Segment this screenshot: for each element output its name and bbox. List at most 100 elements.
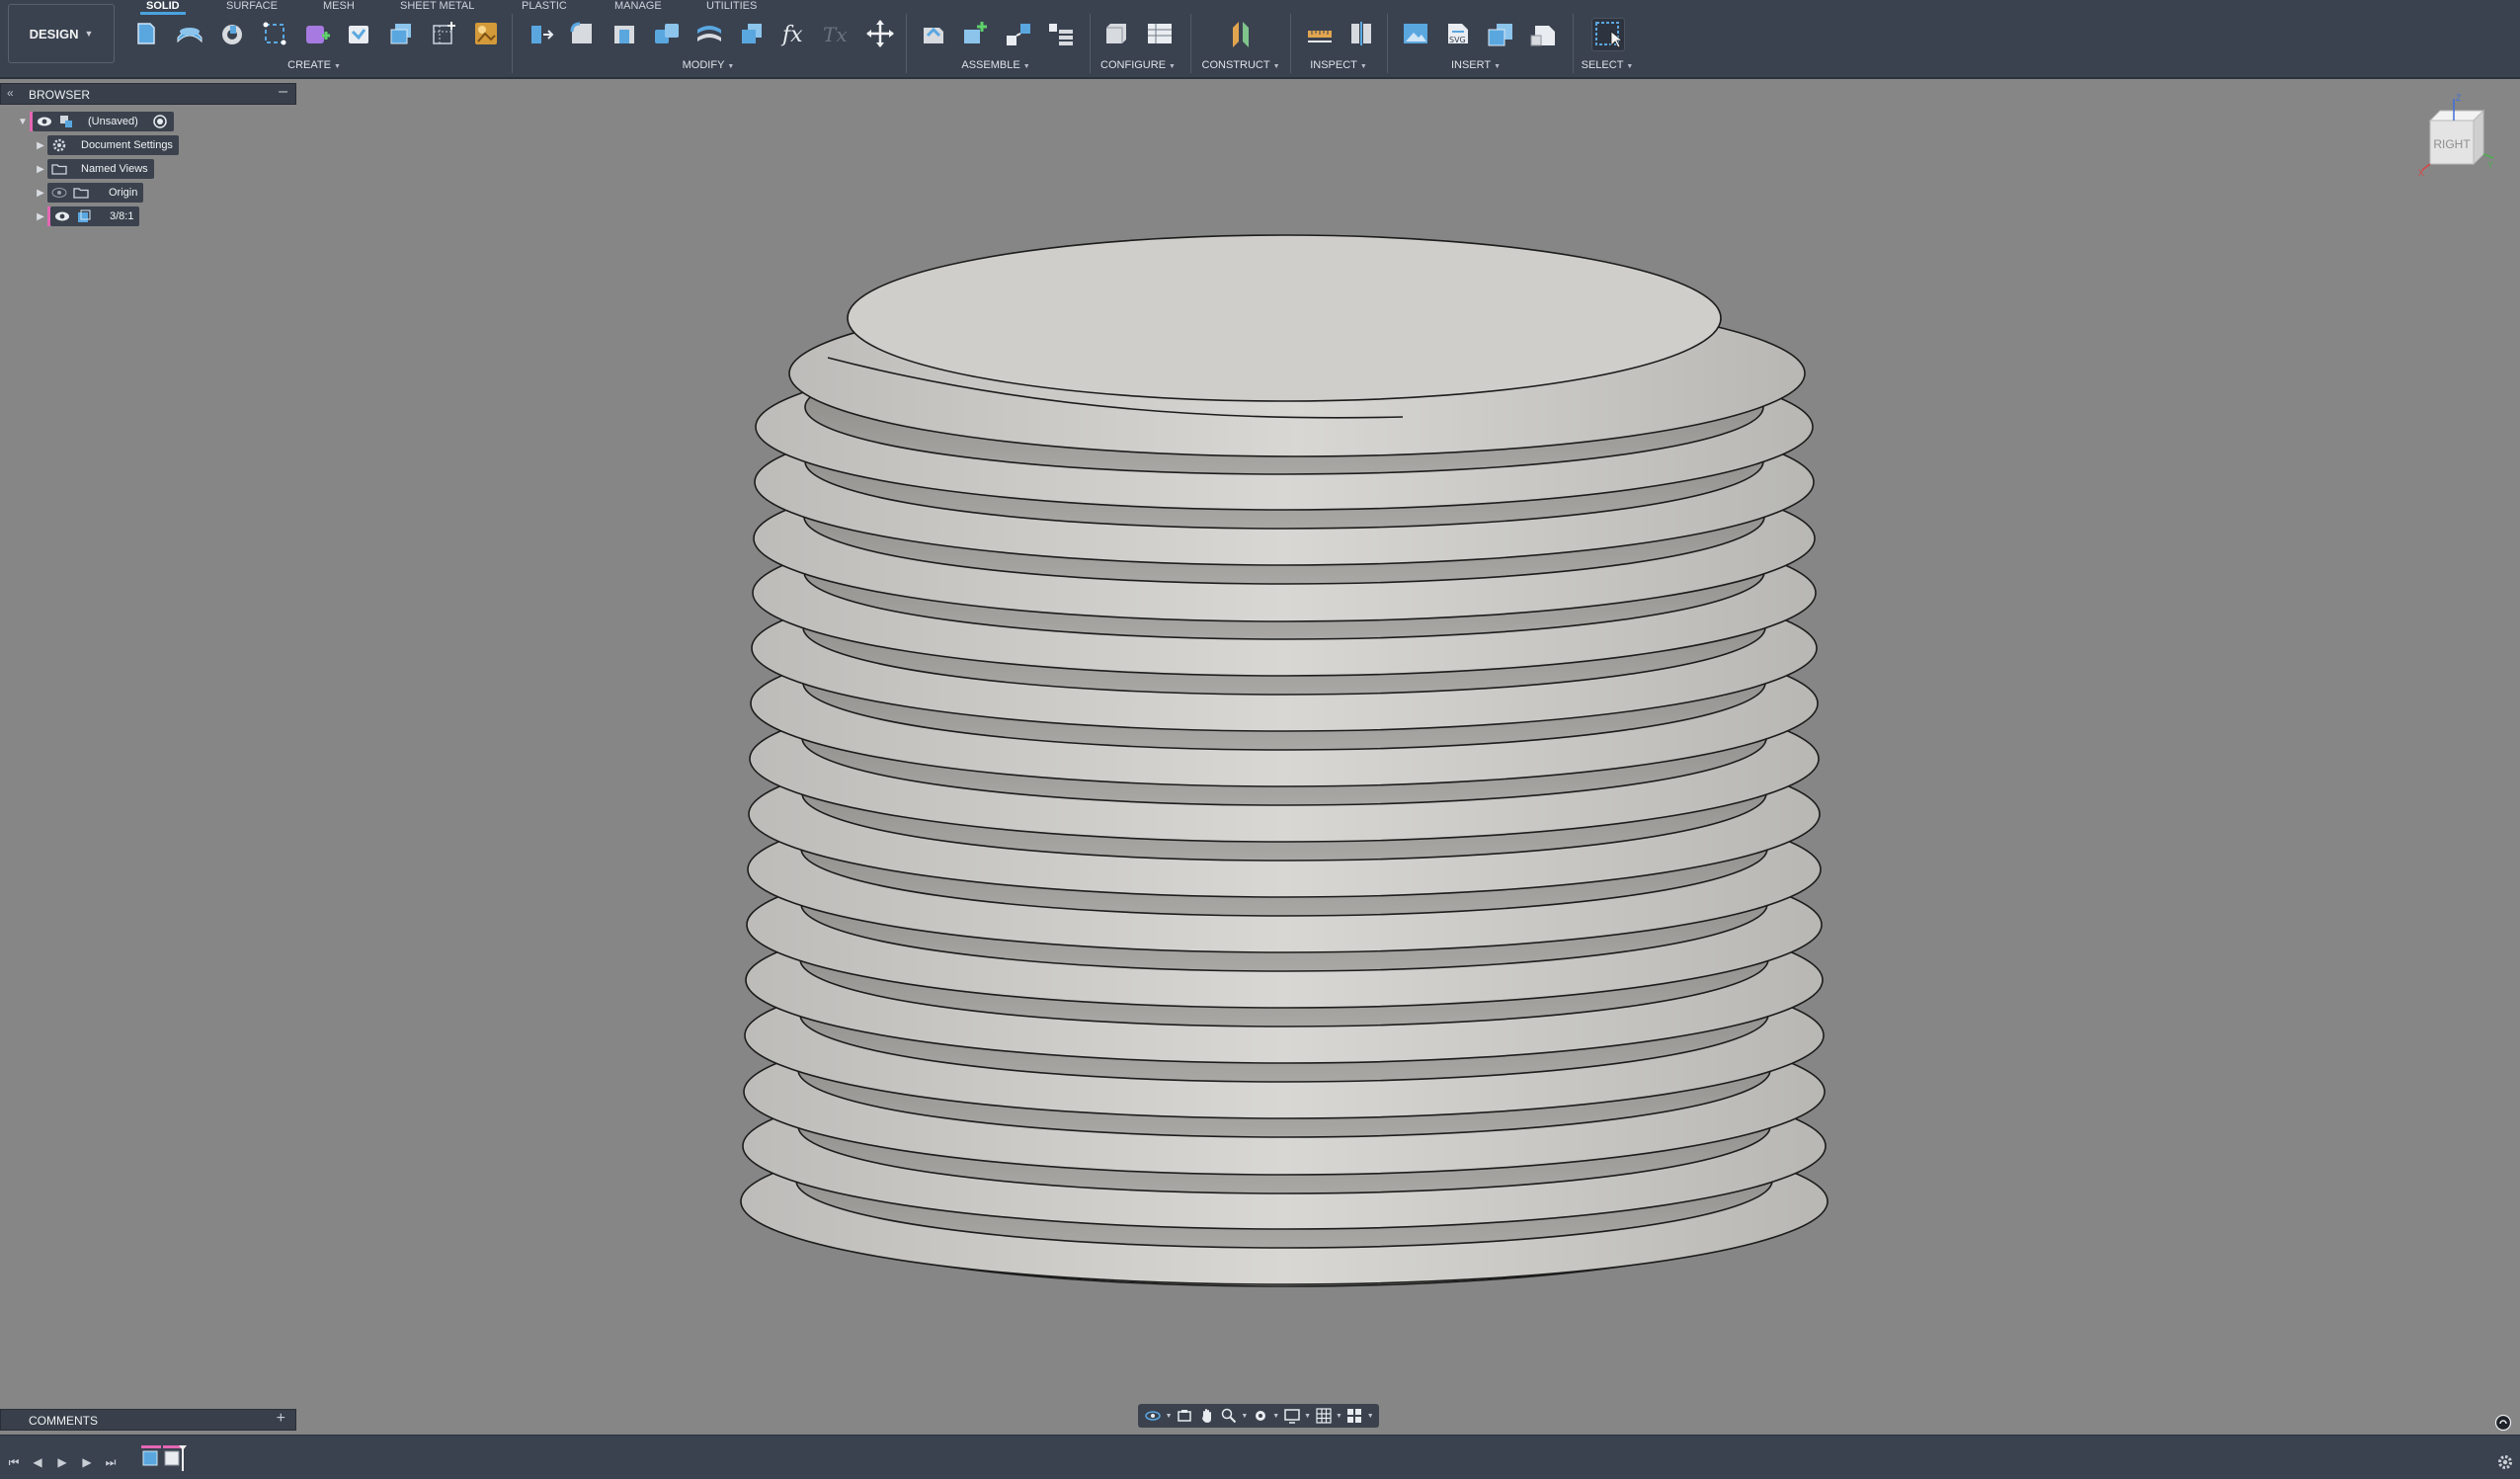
insert-mcmaster-icon[interactable] bbox=[1527, 18, 1559, 49]
svg-text:SVG: SVG bbox=[1449, 36, 1466, 44]
expand-arrow-icon[interactable]: ▶ bbox=[34, 188, 47, 199]
browser-item-component[interactable]: ▶ 3/8:1 bbox=[34, 206, 140, 226]
insert-canvas-icon[interactable] bbox=[1400, 18, 1431, 49]
expand-arrow-icon[interactable]: ▶ bbox=[34, 140, 47, 151]
create-mesh-section-icon[interactable] bbox=[428, 18, 459, 49]
help-circle-icon[interactable] bbox=[2494, 1414, 2512, 1432]
view-cube[interactable]: RIGHT Z X Y bbox=[2418, 93, 2497, 182]
configure-table-icon[interactable] bbox=[1100, 18, 1132, 49]
orbit-icon[interactable] bbox=[1143, 1406, 1163, 1426]
sketch-icon[interactable] bbox=[259, 18, 290, 49]
activate-radio-icon[interactable] bbox=[152, 114, 168, 129]
inspect-menu[interactable]: INSPECT ▼ bbox=[1310, 59, 1367, 71]
browser-item-chip[interactable]: Named Views bbox=[47, 159, 154, 179]
as-built-joint-icon[interactable] bbox=[1003, 18, 1034, 49]
browser-item-named-views[interactable]: ▶ Named Views bbox=[34, 159, 154, 179]
insert-menu[interactable]: INSERT ▼ bbox=[1451, 59, 1501, 71]
browser-root-node[interactable]: (Unsaved) bbox=[33, 112, 174, 131]
tab-sheet-metal[interactable]: SHEET METAL bbox=[400, 0, 474, 12]
workspace-switcher-button[interactable]: DESIGN ▼ bbox=[8, 4, 115, 63]
browser-item-document-settings[interactable]: ▶ Document Settings bbox=[34, 135, 179, 155]
new-component-icon[interactable] bbox=[130, 18, 162, 49]
modify-menu[interactable]: MODIFY ▼ bbox=[683, 59, 735, 71]
timeline-feature-icons[interactable] bbox=[139, 1443, 187, 1473]
viewports-icon[interactable] bbox=[1344, 1406, 1364, 1426]
tab-manage[interactable]: MANAGE bbox=[614, 0, 662, 12]
browser-root-row[interactable]: ▼ (Unsaved) bbox=[16, 112, 174, 131]
motion-link-icon[interactable] bbox=[1045, 18, 1077, 49]
create-pcb-icon[interactable] bbox=[385, 18, 417, 49]
chevron-down-icon[interactable]: ▼ bbox=[1304, 1413, 1311, 1420]
minimize-panel-button[interactable]: – bbox=[279, 83, 287, 101]
chevron-down-icon[interactable]: ▼ bbox=[1272, 1413, 1279, 1420]
move-copy-icon[interactable] bbox=[864, 18, 896, 49]
toolbar-divider bbox=[906, 14, 907, 73]
new-assembly-component-icon[interactable] bbox=[918, 18, 949, 49]
eye-icon[interactable] bbox=[54, 208, 70, 224]
construct-menu[interactable]: CONSTRUCT ▼ bbox=[1202, 59, 1280, 71]
eye-icon[interactable] bbox=[37, 114, 52, 129]
go-to-start-icon[interactable]: ⏮ bbox=[6, 1454, 22, 1470]
grid-icon[interactable] bbox=[1314, 1406, 1334, 1426]
timeline-settings-gear-icon[interactable] bbox=[2496, 1453, 2514, 1471]
chevron-down-icon[interactable]: ▼ bbox=[1241, 1413, 1248, 1420]
browser-item-origin[interactable]: ▶ Origin bbox=[34, 183, 144, 203]
create-base-feature-icon[interactable] bbox=[343, 18, 374, 49]
expand-arrow-icon[interactable]: ▶ bbox=[34, 164, 47, 175]
joint-icon[interactable] bbox=[960, 18, 992, 49]
change-parameters-icon[interactable]: fx bbox=[778, 18, 810, 49]
insert-mesh-icon[interactable] bbox=[1485, 18, 1516, 49]
combine-icon[interactable] bbox=[651, 18, 683, 49]
expand-arrow-icon[interactable]: ▼ bbox=[16, 117, 30, 127]
viewport-canvas[interactable] bbox=[0, 79, 2520, 1403]
press-pull-icon[interactable] bbox=[524, 18, 555, 49]
add-comment-button[interactable]: + bbox=[277, 1410, 285, 1428]
look-at-icon[interactable] bbox=[1175, 1406, 1194, 1426]
expand-arrow-icon[interactable]: ▶ bbox=[34, 211, 47, 222]
tab-utilities[interactable]: UTILITIES bbox=[706, 0, 757, 12]
extrude-icon[interactable] bbox=[174, 18, 205, 49]
revolve-icon[interactable] bbox=[216, 18, 248, 49]
step-back-icon[interactable]: ◀ bbox=[30, 1454, 45, 1470]
threaded-rod-model[interactable] bbox=[740, 234, 1829, 1287]
split-face-icon[interactable] bbox=[693, 18, 725, 49]
offset-plane-icon[interactable] bbox=[1225, 18, 1257, 49]
browser-item-chip[interactable]: Origin bbox=[47, 183, 144, 203]
step-forward-icon[interactable]: ▶ bbox=[79, 1454, 95, 1470]
timeline-coil-icon[interactable] bbox=[164, 1450, 180, 1466]
fit-icon[interactable] bbox=[1251, 1406, 1270, 1426]
measure-icon[interactable] bbox=[1304, 18, 1336, 49]
tab-surface[interactable]: SURFACE bbox=[226, 0, 278, 12]
play-icon[interactable]: ▶ bbox=[54, 1454, 70, 1470]
browser-item-chip[interactable]: Document Settings bbox=[47, 135, 179, 155]
section-analysis-icon[interactable] bbox=[1345, 18, 1377, 49]
decal-icon[interactable] bbox=[470, 18, 502, 49]
pan-icon[interactable] bbox=[1197, 1406, 1217, 1426]
scale-icon[interactable] bbox=[736, 18, 768, 49]
select-menu[interactable]: SELECT ▼ bbox=[1582, 59, 1634, 71]
insert-svg-icon[interactable]: SVG bbox=[1442, 18, 1474, 49]
create-form-icon[interactable] bbox=[300, 18, 332, 49]
configuration-rules-icon[interactable] bbox=[1144, 18, 1176, 49]
collapse-panel-icon[interactable]: « bbox=[7, 86, 14, 100]
fillet-icon[interactable] bbox=[566, 18, 598, 49]
eye-hidden-icon[interactable] bbox=[51, 185, 67, 201]
go-to-end-icon[interactable]: ⏭ bbox=[103, 1454, 119, 1470]
chevron-down-icon[interactable]: ▼ bbox=[1336, 1413, 1342, 1420]
shell-icon[interactable] bbox=[609, 18, 640, 49]
display-settings-icon[interactable] bbox=[1282, 1406, 1302, 1426]
tab-mesh[interactable]: MESH bbox=[323, 0, 355, 12]
browser-item-chip[interactable]: 3/8:1 bbox=[50, 206, 140, 226]
timeline-component-icon[interactable] bbox=[142, 1450, 158, 1466]
tab-solid[interactable]: SOLID bbox=[140, 0, 186, 15]
configure-menu[interactable]: CONFIGURE ▼ bbox=[1100, 59, 1176, 71]
chevron-down-icon[interactable]: ▼ bbox=[1367, 1413, 1374, 1420]
assemble-menu[interactable]: ASSEMBLE ▼ bbox=[961, 59, 1029, 71]
zoom-icon[interactable] bbox=[1219, 1406, 1239, 1426]
comments-panel-header[interactable]: COMMENTS + bbox=[0, 1409, 296, 1431]
tab-plastic[interactable]: PLASTIC bbox=[522, 0, 567, 12]
create-menu[interactable]: CREATE ▼ bbox=[287, 59, 341, 71]
select-icon[interactable] bbox=[1591, 18, 1625, 51]
chevron-down-icon[interactable]: ▼ bbox=[1166, 1413, 1173, 1420]
view-cube-face-back[interactable] bbox=[2473, 109, 2484, 166]
